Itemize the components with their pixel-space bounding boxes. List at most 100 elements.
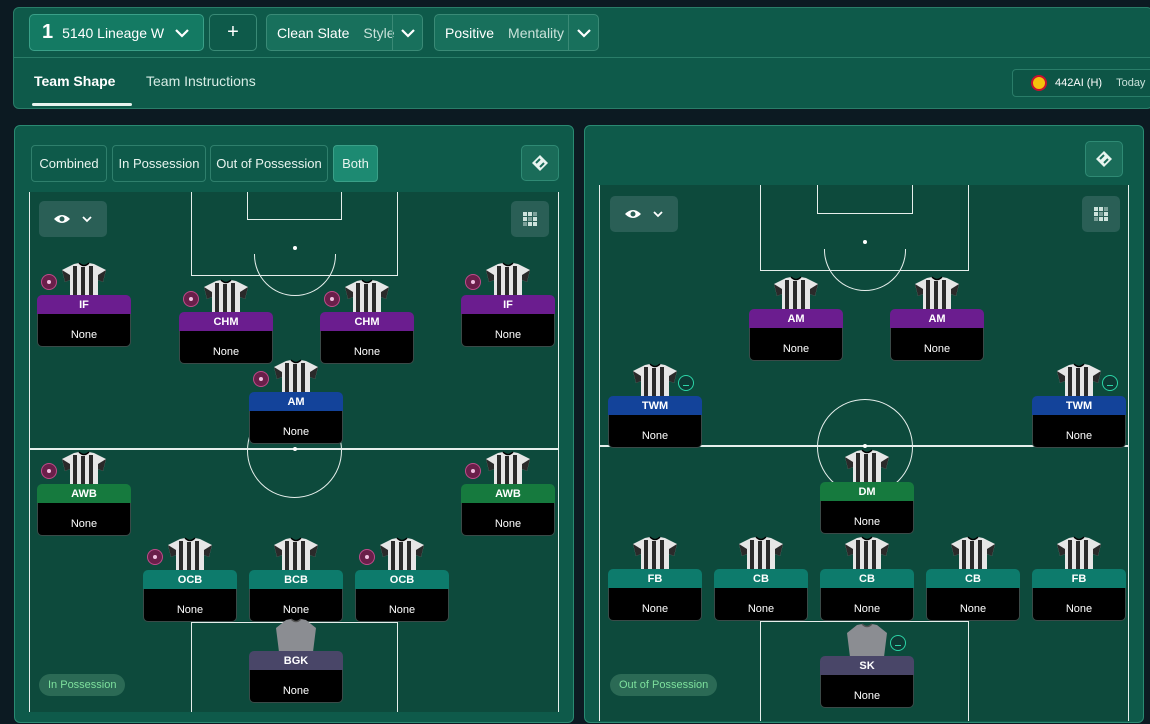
tactic-name: 5140 Lineage W: [62, 24, 165, 41]
shirt-icon: [844, 623, 890, 657]
visibility-toggle[interactable]: [39, 201, 107, 237]
role-label: TWM: [608, 396, 702, 415]
penalty-spot-top: [863, 240, 867, 244]
shirt-icon: [1056, 363, 1102, 397]
six-yard-box-top: [247, 192, 342, 220]
style-dropdown[interactable]: [392, 15, 422, 50]
shirt-icon: [344, 279, 390, 313]
player-name: None: [37, 503, 131, 536]
view-combined-button[interactable]: Combined: [31, 145, 107, 182]
player-name: None: [143, 589, 237, 622]
centre-spot: [863, 444, 867, 448]
shirt-icon: [738, 536, 784, 570]
expand-button[interactable]: [521, 145, 559, 181]
visibility-toggle[interactable]: [610, 196, 678, 232]
role-instruction-icon: [41, 274, 57, 290]
player-name: None: [820, 675, 914, 708]
role-label: OCB: [355, 570, 449, 589]
tactic-selector[interactable]: 1 5140 Lineage W: [29, 14, 204, 51]
chevron-down-icon: [653, 211, 663, 218]
player-name: None: [820, 588, 914, 621]
shirt-icon: [273, 618, 319, 652]
shirt-icon: [632, 536, 678, 570]
role-label: IF: [37, 295, 131, 314]
tab-team-instructions[interactable]: Team Instructions: [146, 73, 256, 89]
role-instruction-icon: [324, 291, 340, 307]
active-tab-indicator: [32, 103, 132, 106]
shirt-icon: [1056, 536, 1102, 570]
role-instruction-icon: [253, 371, 269, 387]
expand-icon: [532, 155, 548, 171]
role-label: FB: [1032, 569, 1126, 588]
chevron-down-icon: [82, 216, 92, 223]
pitch-in-possession: IF None CHM None CHM None IF None AM Non…: [29, 192, 559, 712]
player-name: None: [749, 328, 843, 361]
player-name: None: [608, 415, 702, 448]
tactics-header: 1 5140 Lineage W + Clean Slate Style Pos…: [13, 7, 1150, 109]
add-tactic-button[interactable]: +: [209, 14, 257, 51]
role-label: CB: [820, 569, 914, 588]
tab-team-shape[interactable]: Team Shape: [34, 73, 115, 89]
style-value: Clean Slate: [277, 24, 350, 41]
role-label: BGK: [249, 651, 343, 670]
expand-button[interactable]: [1085, 141, 1123, 177]
club-badge-icon: [1031, 75, 1047, 91]
eye-icon: [625, 210, 641, 218]
pitch-out-of-possession: AM None AM None TWM None TWM None DM Non…: [599, 185, 1129, 721]
player-name: None: [890, 328, 984, 361]
phase-label-in-possession: In Possession: [39, 674, 126, 696]
grid-toggle[interactable]: [1082, 196, 1120, 232]
shirt-icon: [203, 279, 249, 313]
role-label: CB: [714, 569, 808, 588]
role-label: CHM: [320, 312, 414, 331]
mentality-selector[interactable]: Positive Mentality: [434, 14, 599, 51]
mentality-label: Mentality: [508, 24, 565, 41]
role-label: AM: [890, 309, 984, 328]
shirt-icon: [379, 537, 425, 571]
role-label: FB: [608, 569, 702, 588]
role-label: AWB: [37, 484, 131, 503]
view-out-of-possession-button[interactable]: Out of Possession: [210, 145, 328, 182]
grid-toggle[interactable]: [511, 201, 549, 237]
role-instruction-icon: [1102, 375, 1118, 391]
player-name: None: [461, 503, 555, 536]
player-name: None: [355, 589, 449, 622]
style-selector[interactable]: Clean Slate Style: [266, 14, 423, 51]
role-label: AM: [749, 309, 843, 328]
penalty-arc-top: [824, 249, 906, 291]
role-label: SK: [820, 656, 914, 675]
shirt-icon: [273, 537, 319, 571]
role-label: AWB: [461, 484, 555, 503]
style-label: Style: [363, 24, 395, 41]
role-instruction-icon: [465, 463, 481, 479]
penalty-arc-top: [254, 254, 336, 296]
shirt-icon: [844, 536, 890, 570]
centre-spot: [293, 447, 297, 451]
shirt-icon: [273, 359, 319, 393]
role-label: AM: [249, 392, 343, 411]
shirt-icon: [485, 451, 531, 485]
player-name: None: [608, 588, 702, 621]
shirt-icon: [167, 537, 213, 571]
shirt-icon: [632, 363, 678, 397]
role-label: BCB: [249, 570, 343, 589]
eye-icon: [54, 215, 70, 223]
six-yard-box-top: [817, 185, 913, 214]
out-of-possession-panel: AM None AM None TWM None TWM None DM Non…: [584, 125, 1144, 723]
add-label: +: [227, 21, 239, 43]
shirt-icon: [844, 449, 890, 483]
grid-icon: [523, 212, 537, 226]
view-in-possession-button[interactable]: In Possession: [112, 145, 206, 182]
next-match-info[interactable]: 442AI (H) Today: [1012, 69, 1150, 97]
role-instruction-icon: [41, 463, 57, 479]
player-name: None: [1032, 415, 1126, 448]
grid-icon: [1094, 207, 1108, 221]
player-name: None: [1032, 588, 1126, 621]
view-both-button[interactable]: Both: [333, 145, 378, 182]
chevron-down-icon: [576, 28, 591, 38]
shirt-icon: [61, 451, 107, 485]
in-possession-panel: Combined In Possession Out of Possession…: [14, 125, 574, 723]
player-name: None: [926, 588, 1020, 621]
mentality-dropdown[interactable]: [568, 15, 598, 50]
shirt-icon: [914, 276, 960, 310]
